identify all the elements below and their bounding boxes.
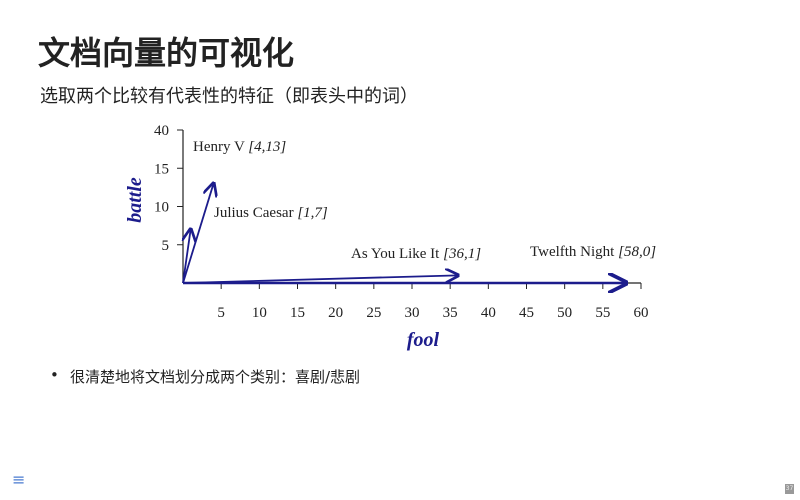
vector-arrow — [183, 229, 191, 284]
x-tick-label: 10 — [252, 305, 267, 321]
vector-chart: 5 10 15 20 25 30 35 40 45 50 55 60 5 10 15 40 Henry V [… — [124, 123, 656, 351]
x-tick-label: 50 — [557, 305, 572, 321]
point-label: Twelfth Night [58,0] — [530, 244, 656, 260]
page-number: 37 — [785, 484, 794, 494]
x-tick-label: 20 — [328, 305, 343, 321]
y-axis-label: battle — [124, 177, 146, 223]
y-tick-label: 10 — [154, 200, 169, 216]
x-tick-label: 35 — [443, 305, 458, 321]
x-axis-label: fool — [407, 329, 440, 351]
vector-arrow — [182, 184, 214, 284]
x-tick-label: 25 — [366, 305, 381, 321]
x-tick-label: 40 — [481, 305, 496, 321]
x-tick-label: 60 — [634, 305, 649, 321]
point-label: As You Like It [36,1] — [351, 246, 481, 262]
bullet-text: 很清楚地将文档划分成两个类别：喜剧/悲剧 — [70, 368, 361, 386]
y-tick-label: 15 — [154, 161, 169, 177]
point-label: Henry V [4,13] — [193, 139, 286, 155]
x-tick-label: 55 — [595, 305, 610, 321]
x-tick-label: 45 — [519, 305, 534, 321]
x-tick-label: 30 — [405, 305, 420, 321]
bullet-item: 很清楚地将文档划分成两个类别：喜剧/悲剧 — [50, 366, 361, 387]
x-tick-label: 5 — [217, 305, 225, 321]
x-tick-label: 15 — [290, 305, 305, 321]
point-label: Julius Caesar [1,7] — [214, 205, 328, 221]
y-tick-label: 40 — [154, 123, 169, 139]
y-tick-label: 5 — [162, 238, 170, 254]
hamburger-menu-icon[interactable]: ≡ — [12, 470, 25, 489]
